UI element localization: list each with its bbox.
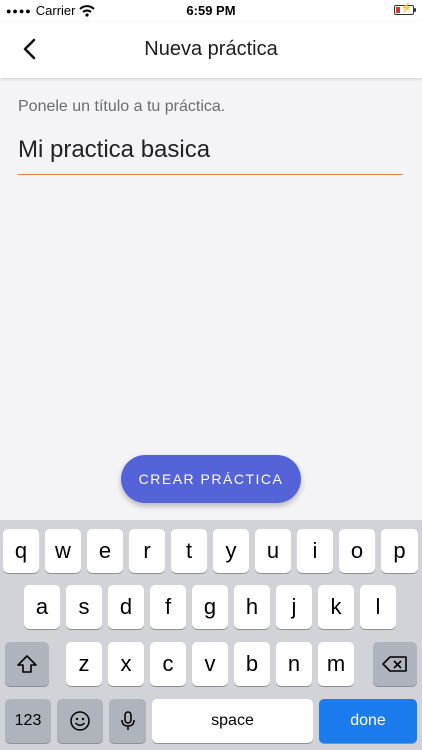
key-g[interactable]: g [192, 585, 228, 629]
title-field-label: Ponele un título a tu práctica. [18, 98, 226, 115]
key-n[interactable]: n [276, 642, 312, 686]
emoji-icon [70, 711, 90, 731]
key-a[interactable]: a [24, 585, 60, 629]
done-key[interactable]: done [319, 699, 417, 743]
space-key[interactable]: space [152, 699, 313, 743]
practice-title-input[interactable] [18, 136, 403, 175]
create-practice-button[interactable]: CREAR PRÁCTICA [121, 455, 301, 503]
key-t[interactable]: t [171, 529, 207, 573]
dictation-key[interactable] [109, 699, 146, 743]
form: Ponele un título a tu práctica. [18, 98, 404, 175]
page-title: Nueva práctica [144, 38, 278, 60]
key-b[interactable]: b [234, 642, 270, 686]
delete-key[interactable] [373, 642, 417, 686]
status-time: 6:59 PM [186, 3, 236, 18]
key-o[interactable]: o [339, 529, 375, 573]
key-j[interactable]: j [276, 585, 312, 629]
key-c[interactable]: c [150, 642, 186, 686]
key-p[interactable]: p [381, 529, 418, 573]
key-f[interactable]: f [150, 585, 186, 629]
numbers-key[interactable]: 123 [5, 699, 51, 743]
key-h[interactable]: h [234, 585, 270, 629]
key-z[interactable]: z [66, 642, 102, 686]
key-q[interactable]: q [3, 529, 39, 573]
key-u[interactable]: u [255, 529, 291, 573]
key-k[interactable]: k [318, 585, 354, 629]
key-r[interactable]: r [129, 529, 165, 573]
nav-bar: Nueva práctica [0, 22, 422, 78]
key-x[interactable]: x [108, 642, 144, 686]
key-w[interactable]: w [45, 529, 81, 573]
status-bar: ●●●● Carrier 6:59 PM ⚡ [0, 0, 422, 22]
key-i[interactable]: i [297, 529, 333, 573]
backspace-icon [382, 656, 407, 672]
shift-key[interactable] [5, 642, 49, 686]
microphone-icon [120, 711, 135, 730]
key-l[interactable]: l [360, 585, 396, 629]
emoji-key[interactable] [57, 699, 103, 743]
key-s[interactable]: s [66, 585, 102, 629]
key-v[interactable]: v [192, 642, 228, 686]
keyboard: q w e r t y u i o p a s d f g h j k l z … [0, 520, 422, 750]
key-d[interactable]: d [108, 585, 144, 629]
key-y[interactable]: y [213, 529, 249, 573]
key-e[interactable]: e [87, 529, 123, 573]
battery-icon: ⚡ [394, 3, 416, 15]
key-m[interactable]: m [318, 642, 354, 686]
shift-icon [17, 655, 37, 673]
